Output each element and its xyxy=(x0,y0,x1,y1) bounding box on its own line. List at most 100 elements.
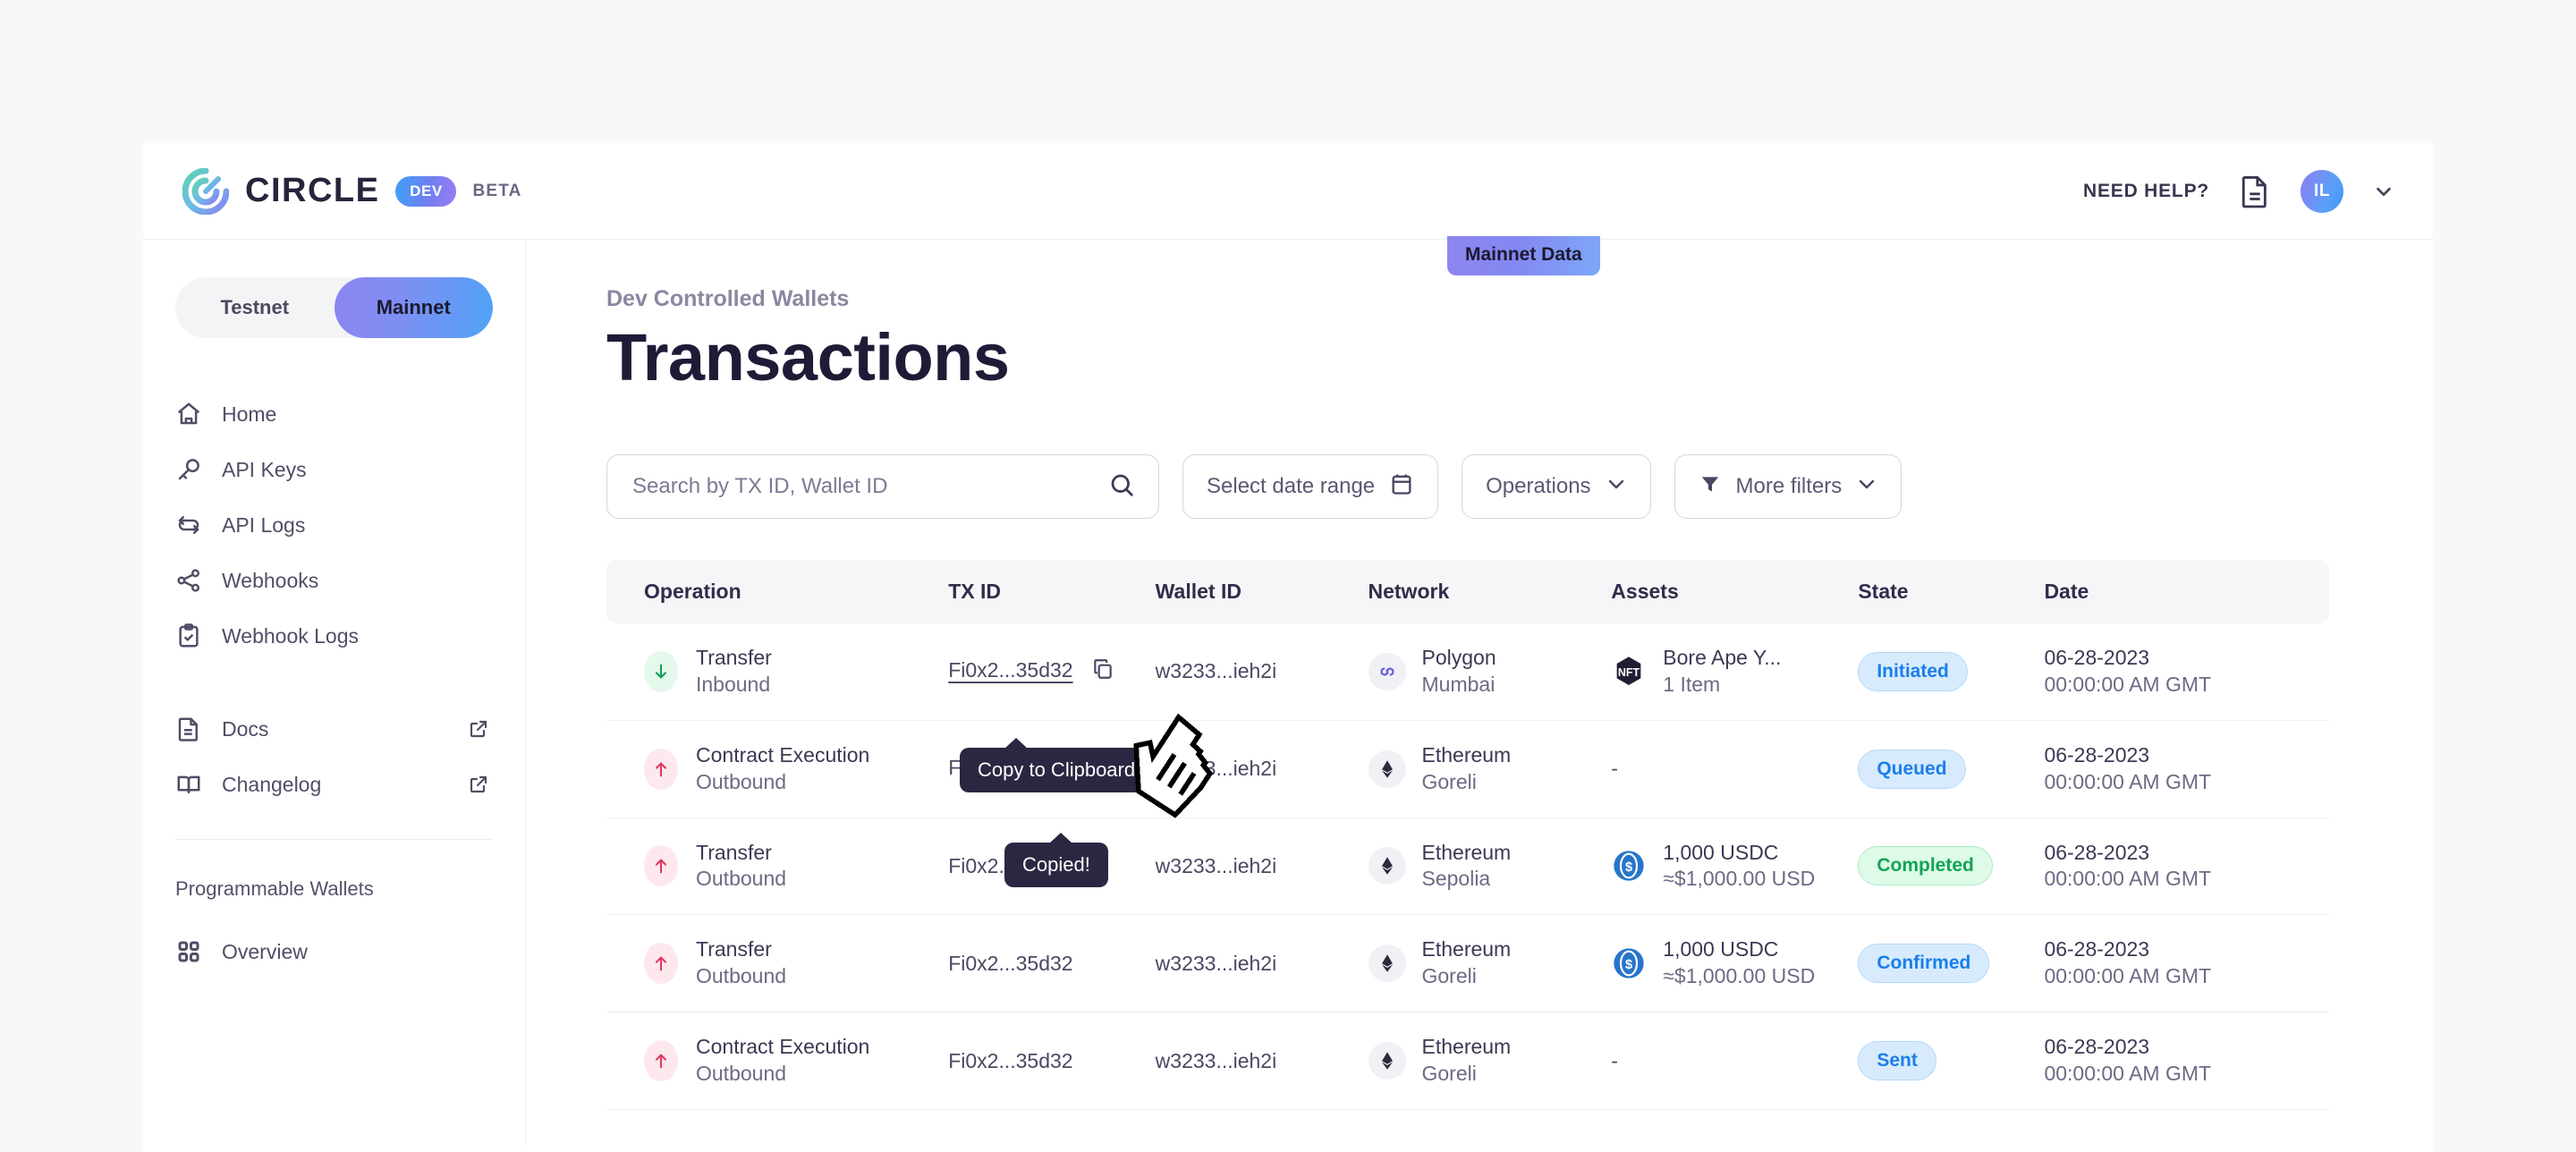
breadcrumb: Dev Controlled Wallets xyxy=(606,286,850,311)
document-icon xyxy=(175,716,202,742)
chevron-down-icon[interactable] xyxy=(2374,182,2394,201)
status-badge: Confirmed xyxy=(1858,944,1990,984)
sidebar-item-changelog[interactable]: Changelog xyxy=(175,757,493,812)
network-name: Ethereum xyxy=(1421,742,1512,767)
more-filters-button[interactable]: More filters xyxy=(1674,454,1902,519)
document-icon[interactable] xyxy=(2240,174,2270,208)
sidebar-item-webhook-logs[interactable]: Webhook Logs xyxy=(175,608,493,664)
brand-name: CIRCLE xyxy=(245,172,380,209)
sidebar-item-label: API Logs xyxy=(222,512,306,537)
cell-network: Ethereum Goreli xyxy=(1368,720,1612,818)
cell-network: Ethereum Goreli xyxy=(1368,914,1612,1013)
brand-logo[interactable]: CIRCLE DEV BETA xyxy=(182,167,522,215)
tx-id-link[interactable]: Fi0x2...35d32 xyxy=(948,658,1072,682)
network-sub: Mumbai xyxy=(1421,672,1496,696)
nft-icon: NFT xyxy=(1611,654,1647,690)
column-header-operation[interactable]: Operation xyxy=(606,560,948,623)
grid-icon xyxy=(175,938,202,965)
cell-network: Polygon Mumbai xyxy=(1368,623,1612,721)
operation-direction: Outbound xyxy=(696,964,787,988)
table-row[interactable]: Transfer Inbound Fi0x2...35d32 w3233...i… xyxy=(606,623,2329,721)
cell-state: Initiated xyxy=(1858,623,2045,721)
ethereum-icon xyxy=(1368,1042,1406,1080)
date-range-button[interactable]: Select date range xyxy=(1182,454,1439,519)
network-toggle-testnet[interactable]: Testnet xyxy=(175,277,335,338)
cell-tx-id[interactable]: Fi0x2...35d32 xyxy=(948,1012,1156,1110)
inbound-arrow-icon xyxy=(644,650,678,692)
cell-tx-id[interactable]: Fi0x2...35d32 xyxy=(948,623,1156,721)
column-header-wallet-id[interactable]: Wallet ID xyxy=(1156,560,1368,623)
cell-assets: $ 1,000 USDC ≈$1,000.00 USD xyxy=(1611,817,1859,916)
table-row[interactable]: Contract Execution Outbound Fi0x2...35d3… xyxy=(606,720,2329,818)
network-sub: Goreli xyxy=(1421,964,1477,988)
operation-direction: Inbound xyxy=(696,672,771,696)
clipboard-check-icon xyxy=(175,623,202,649)
more-filters-label: More filters xyxy=(1735,474,1843,498)
avatar[interactable]: IL xyxy=(2301,169,2343,213)
column-header-assets[interactable]: Assets xyxy=(1611,560,1858,623)
cell-assets: - xyxy=(1611,720,1859,818)
table-row[interactable]: Contract Execution Outbound Fi0x2...35d3… xyxy=(606,1012,2329,1110)
header-actions: NEED HELP? IL xyxy=(2083,169,2394,213)
usdc-icon: $ xyxy=(1611,945,1647,981)
network-sub: Goreli xyxy=(1421,769,1477,793)
sidebar-item-webhooks[interactable]: Webhooks xyxy=(175,553,493,608)
table-row[interactable]: Transfer Outbound Fi0x2...35d32 w3233...… xyxy=(606,817,2329,916)
copy-icon[interactable] xyxy=(1091,659,1114,685)
column-header-tx-id[interactable]: TX ID xyxy=(948,560,1155,623)
date-value: 06-28-2023 xyxy=(2044,937,2150,961)
cell-wallet-id[interactable]: w3233...ieh2i xyxy=(1155,623,1368,721)
cell-operation: Transfer Outbound xyxy=(606,914,949,1013)
date-value: 06-28-2023 xyxy=(2044,840,2150,864)
sidebar-item-overview[interactable]: Overview xyxy=(175,924,493,979)
need-help-link[interactable]: NEED HELP? xyxy=(2083,181,2209,202)
sidebar-section-title: Programmable Wallets xyxy=(175,877,374,900)
svg-text:$: $ xyxy=(1625,957,1633,972)
column-header-state[interactable]: State xyxy=(1858,560,2044,623)
transactions-table: Operation TX ID Wallet ID Network Assets… xyxy=(606,560,2329,1110)
chevron-down-icon xyxy=(1606,473,1627,501)
main-content: Mainnet Data Dev Controlled Wallets Tran… xyxy=(526,236,2433,1146)
cell-wallet-id[interactable]: w3233...ieh2i xyxy=(1155,1012,1368,1110)
sidebar-item-home[interactable]: Home xyxy=(175,386,493,442)
status-badge: Initiated xyxy=(1858,651,1968,691)
time-value: 00:00:00 AM GMT xyxy=(2044,1061,2212,1085)
operation-name: Transfer xyxy=(696,840,772,864)
asset-primary: 1,000 USDC xyxy=(1663,937,1779,961)
search-box[interactable] xyxy=(606,454,1159,519)
sidebar-item-label: Docs xyxy=(222,716,269,741)
search-icon[interactable] xyxy=(1108,471,1135,503)
circle-logo-icon xyxy=(182,167,230,215)
svg-text:NFT: NFT xyxy=(1618,666,1640,679)
cell-wallet-id[interactable]: w3233...ieh2i xyxy=(1155,914,1368,1013)
book-icon xyxy=(175,771,202,798)
funnel-icon xyxy=(1699,472,1722,502)
search-input[interactable] xyxy=(631,473,1099,500)
sidebar-item-api-logs[interactable]: API Logs xyxy=(175,497,493,553)
chevron-down-icon xyxy=(1856,473,1877,501)
cell-state: Queued xyxy=(1858,720,2045,818)
home-icon xyxy=(175,401,202,428)
column-header-network[interactable]: Network xyxy=(1368,560,1612,623)
network-toggle[interactable]: Testnet Mainnet xyxy=(175,277,493,338)
operations-dropdown[interactable]: Operations xyxy=(1462,454,1651,519)
operation-name: Transfer xyxy=(696,646,772,669)
sidebar-item-api-keys[interactable]: API Keys xyxy=(175,442,493,497)
sidebar-item-label: Webhooks xyxy=(222,568,319,592)
column-header-date[interactable]: Date xyxy=(2044,560,2329,623)
cell-date: 06-28-2023 00:00:00 AM GMT xyxy=(2044,817,2329,916)
table-row[interactable]: Transfer Outbound Fi0x2...35d32 w3233...… xyxy=(606,914,2329,1013)
network-name: Ethereum xyxy=(1421,1035,1512,1059)
network-toggle-mainnet[interactable]: Mainnet xyxy=(334,277,493,338)
cell-state: Sent xyxy=(1858,1012,2045,1110)
sidebar-item-docs[interactable]: Docs xyxy=(175,701,493,757)
cell-assets: - xyxy=(1611,1012,1859,1110)
operations-label: Operations xyxy=(1486,474,1591,498)
sidebar-item-label: Changelog xyxy=(222,772,322,796)
network-name: Ethereum xyxy=(1421,840,1512,864)
calendar-icon xyxy=(1389,471,1414,503)
operation-direction: Outbound xyxy=(696,769,787,793)
ethereum-icon xyxy=(1368,847,1406,885)
cell-tx-id[interactable]: Fi0x2...35d32 xyxy=(948,914,1156,1013)
